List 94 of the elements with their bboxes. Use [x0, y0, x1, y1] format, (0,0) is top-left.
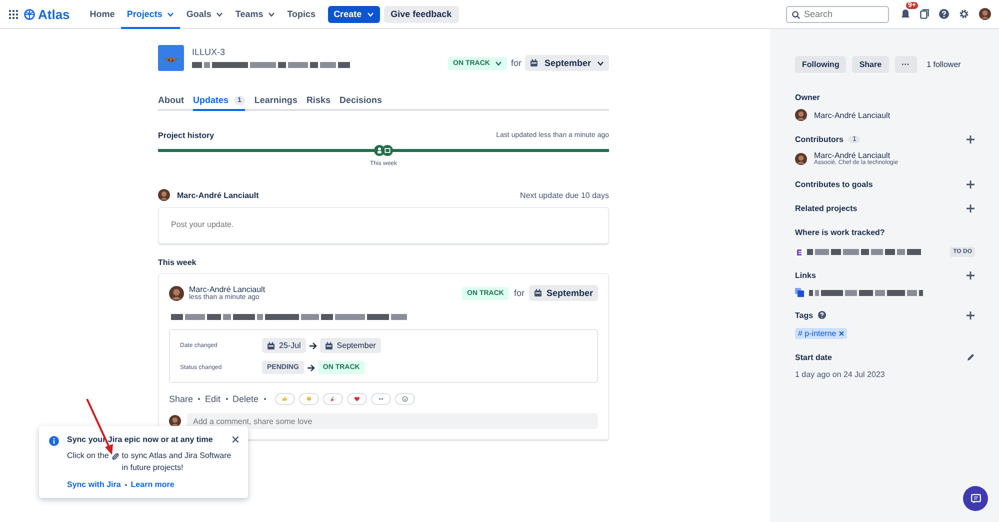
feedback-button[interactable]: Give feedback [384, 6, 459, 22]
action-button[interactable]: Share [852, 56, 889, 73]
section-title: Project history [158, 131, 214, 140]
chevron-down-icon [597, 60, 604, 66]
help-icon [818, 311, 826, 319]
calendar-icon [530, 59, 538, 67]
document-icon[interactable] [920, 9, 929, 19]
avatar [169, 286, 184, 300]
avatar[interactable] [979, 8, 991, 20]
add-icon[interactable] [966, 310, 975, 320]
tab[interactable]: Risks [306, 95, 330, 111]
link-icon [112, 453, 119, 460]
app-switcher-icon[interactable] [9, 10, 18, 18]
jira-epic-icon [795, 248, 803, 256]
date-pill: 25-Jul [262, 338, 306, 353]
pencil-icon[interactable] [967, 353, 975, 361]
search-field[interactable]: Search [786, 6, 889, 22]
reaction-button[interactable] [322, 393, 343, 405]
project-icon [158, 45, 184, 71]
nav-tab[interactable]: Teams [229, 1, 282, 29]
date-pill: September [320, 338, 381, 353]
info-icon [49, 436, 59, 446]
create-button[interactable]: Create [328, 6, 380, 22]
calendar-icon [534, 289, 542, 297]
nav-tab[interactable]: Goals [180, 1, 230, 29]
link-icon [795, 288, 804, 297]
notification-icon[interactable] [901, 9, 910, 19]
nav-tab[interactable]: Home [84, 1, 121, 29]
section-title: Start date [795, 352, 832, 362]
add-icon[interactable] [966, 270, 975, 280]
action-button[interactable]: Following [795, 56, 846, 73]
section-title: This week [158, 258, 196, 267]
chat-button[interactable] [963, 486, 988, 511]
add-icon[interactable] [966, 134, 975, 144]
tag: # p-interne [795, 328, 848, 339]
settings-icon[interactable] [959, 9, 969, 19]
reaction-button[interactable] [346, 393, 367, 405]
nav-tab[interactable]: Topics [281, 1, 322, 29]
globe-icon [24, 8, 35, 20]
close-icon[interactable] [232, 436, 239, 443]
tab[interactable]: Learnings [254, 95, 298, 111]
person-name: Marc-André Lanciault [814, 151, 890, 160]
arrow-right-icon [308, 342, 317, 350]
reaction-button[interactable] [394, 393, 415, 405]
section-title: Tags [795, 310, 814, 320]
action-link[interactable]: Edit [205, 394, 221, 404]
comment-input[interactable]: Add a comment, share some love [187, 413, 598, 429]
toast-text: to sync Atlas and Jira Software in future projects! [122, 450, 232, 474]
heart-icon [354, 394, 360, 404]
author-name: Marc-André Lanciault [177, 190, 259, 200]
next-update-due: Next update due 10 days [520, 190, 609, 200]
for-label: for [510, 58, 522, 68]
target-date: September [529, 285, 598, 301]
timeline-marker-icon [374, 144, 393, 156]
chat-icon [970, 494, 980, 504]
author-name: Marc-André Lanciault [189, 285, 266, 294]
add-reaction-icon [402, 394, 408, 404]
remove-icon[interactable] [839, 331, 844, 336]
add-icon[interactable] [966, 204, 975, 212]
avatar [169, 415, 181, 427]
update-input[interactable]: Post your update. [158, 207, 609, 244]
action-link[interactable]: Share [169, 394, 194, 404]
section-title: Owner [795, 92, 820, 102]
calendar-icon [324, 342, 333, 350]
arrow-right-icon [306, 364, 315, 372]
help-icon[interactable] [939, 9, 949, 19]
atlas-logo[interactable]: Atlas [24, 6, 70, 22]
toast-link[interactable]: Sync with Jira [67, 480, 121, 490]
project-key: ILLUX-3 [192, 47, 362, 57]
tab[interactable]: About [158, 95, 184, 111]
section-title: Contributes to goals [795, 180, 873, 188]
avatar [795, 152, 807, 164]
follower-count: 1 follower [926, 60, 961, 69]
thumbs-up-icon [282, 394, 288, 404]
for-label: for [514, 288, 524, 298]
section-title: Links [795, 270, 816, 280]
tab[interactable]: Decisions [339, 95, 382, 111]
section-title: Where is work tracked? [795, 228, 885, 236]
toast-title: Sync your Jira epic now or at any time [67, 435, 213, 444]
start-date-value: 1 day ago on 24 Jul 2023 [795, 370, 885, 379]
section-title: Related projects [795, 204, 858, 212]
avatar [795, 109, 807, 121]
add-icon[interactable] [966, 180, 975, 188]
chevron-down-icon [494, 60, 502, 66]
action-link[interactable]: Delete [232, 394, 259, 404]
calendar-icon [267, 342, 275, 350]
chevron-down-icon [366, 12, 374, 16]
more-button[interactable]: ··· [894, 56, 917, 73]
section-title: Contributors [795, 134, 844, 144]
toast-text: Click on the [67, 450, 109, 462]
target-date-dropdown[interactable]: September [525, 55, 609, 71]
avatar [158, 189, 170, 201]
toast-link[interactable]: Learn more [130, 480, 174, 490]
person-name: Marc-André Lanciault [814, 110, 890, 120]
